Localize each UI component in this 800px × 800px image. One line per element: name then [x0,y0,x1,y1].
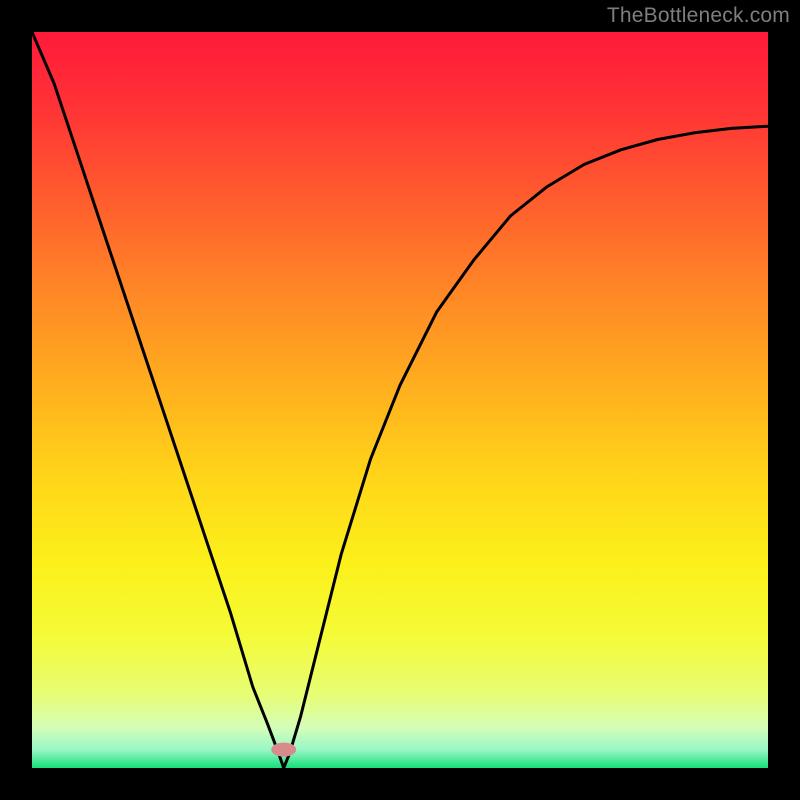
stage: TheBottleneck.com [0,0,800,800]
watermark-text: TheBottleneck.com [607,4,790,28]
minimum-marker [271,743,296,757]
plot-area [32,32,768,768]
gradient-background [32,32,768,768]
plot-svg [32,32,768,768]
